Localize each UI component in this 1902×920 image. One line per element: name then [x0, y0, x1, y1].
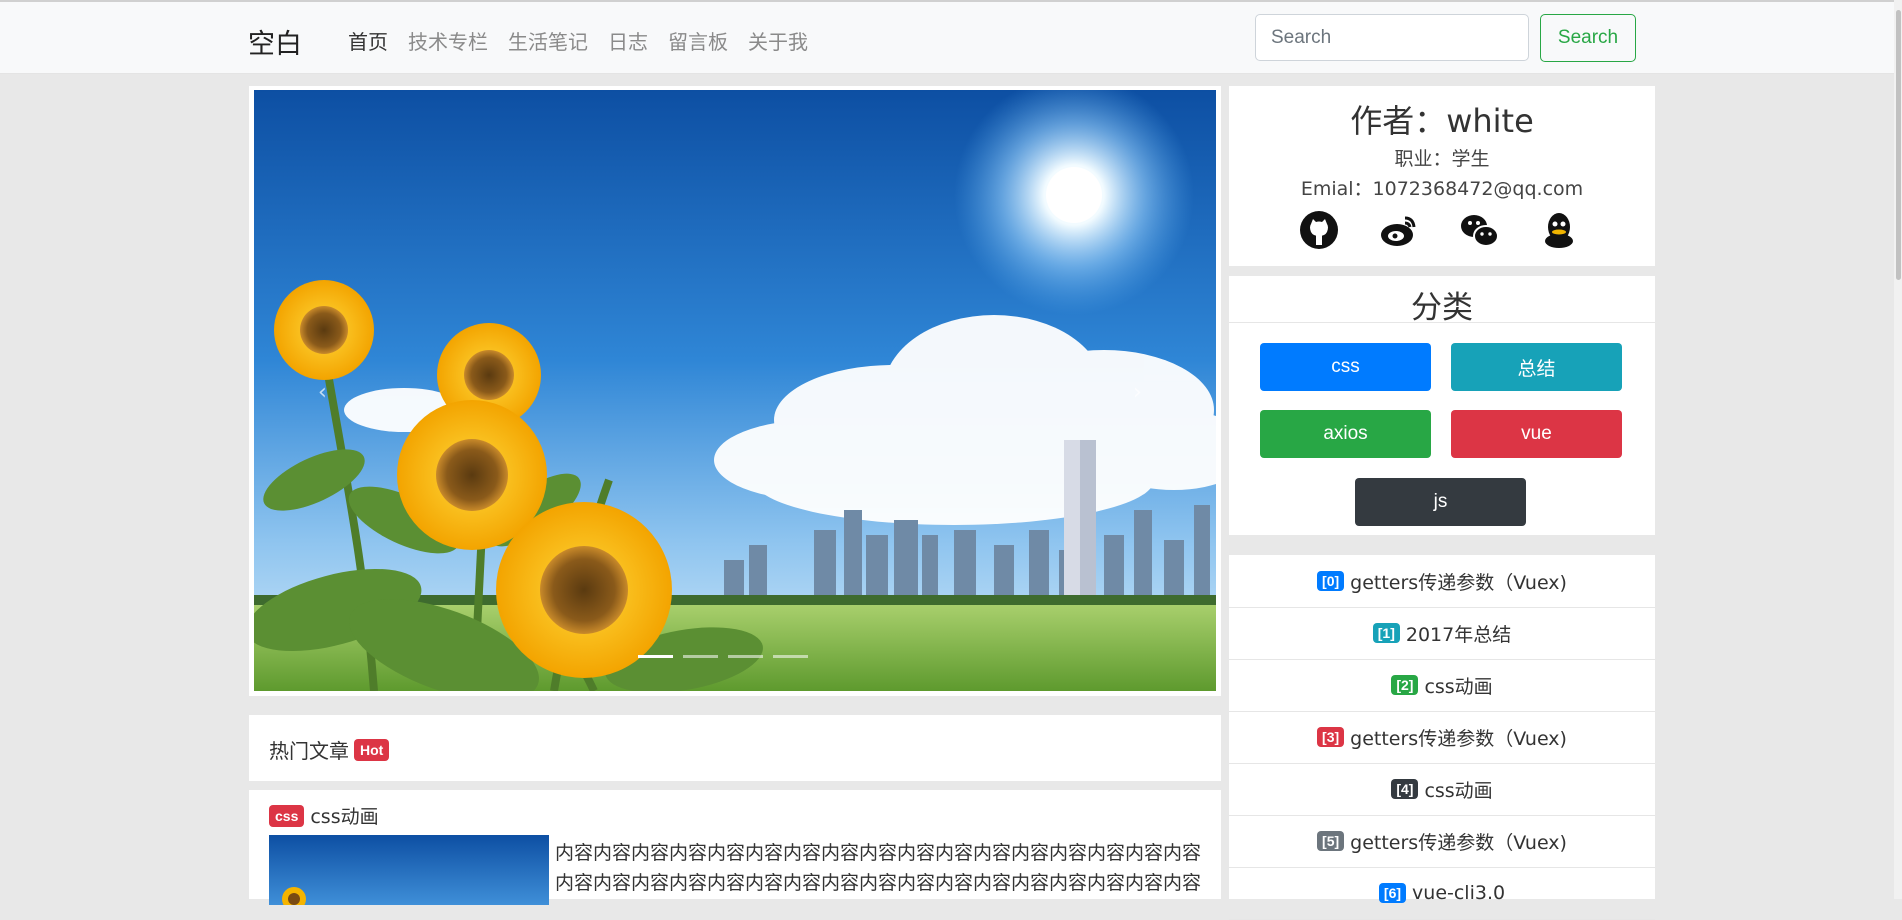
carousel-indicators — [638, 655, 808, 658]
post-title[interactable]: getters传递参数（Vuex) — [1350, 568, 1567, 595]
post-title[interactable]: vue-cli3.0 — [1412, 882, 1505, 904]
list-item[interactable]: [1] 2017年总结 — [1229, 607, 1655, 660]
post-title[interactable]: getters传递参数（Vuex) — [1350, 828, 1567, 855]
wechat-icon[interactable] — [1459, 210, 1499, 250]
post-title[interactable]: getters传递参数（Vuex) — [1350, 724, 1567, 751]
github-icon[interactable] — [1299, 210, 1339, 250]
post-index-badge: [1] — [1372, 623, 1400, 643]
list-item[interactable]: [5] getters传递参数（Vuex) — [1229, 815, 1655, 868]
search-button[interactable]: Search — [1540, 14, 1636, 62]
scrollbar-thumb[interactable] — [1896, 10, 1901, 280]
categories-title: 分类 — [1411, 290, 1473, 326]
list-item[interactable]: [0] getters传递参数（Vuex) — [1229, 555, 1655, 608]
hot-articles-header: 热门文章 Hot — [249, 715, 1221, 781]
categories-divider — [1229, 322, 1655, 323]
post-index-badge: [2] — [1391, 675, 1419, 695]
article-card: css css动画 内容内容内容内容内容内容内容内容内容内容内容内容内容内容内容内… — [249, 790, 1221, 905]
nav-links: 首页 技术专栏 生活笔记 日志 留言板 关于我 — [348, 26, 828, 55]
carousel-frame — [249, 86, 1221, 696]
carousel-prev-icon[interactable]: ‹ — [318, 380, 327, 405]
post-index-badge: [3] — [1317, 727, 1345, 747]
category-button-summary[interactable]: 总结 — [1451, 343, 1622, 391]
author-email: Emial：1072368472@qq.com — [1300, 178, 1584, 200]
hot-articles-label: 热门文章 — [269, 739, 349, 763]
article-heading[interactable]: css css动画 — [269, 802, 379, 829]
hot-badge: Hot — [354, 739, 390, 761]
categories-card: 分类 css 总结 axios vue js — [1229, 276, 1655, 535]
qq-icon[interactable] — [1539, 210, 1579, 250]
category-button-css[interactable]: css — [1260, 343, 1431, 391]
search-input[interactable] — [1255, 14, 1529, 61]
category-button-axios[interactable]: axios — [1260, 410, 1431, 458]
author-job: 职业：学生 — [1394, 148, 1490, 170]
social-links — [1299, 210, 1579, 250]
post-index-badge: [4] — [1391, 779, 1419, 799]
list-item[interactable]: [3] getters传递参数（Vuex) — [1229, 711, 1655, 764]
article-tag-badge: css — [269, 805, 305, 827]
carousel-indicator-1[interactable] — [638, 655, 673, 658]
nav-link-home[interactable]: 首页 — [348, 26, 388, 55]
category-button-vue[interactable]: vue — [1451, 410, 1622, 458]
post-list: [0] getters传递参数（Vuex) [1] 2017年总结 [2] css动画… — [1229, 555, 1655, 920]
hot-articles-title: 热门文章 Hot — [269, 735, 390, 764]
list-item[interactable]: [6] vue-cli3.0 — [1229, 867, 1655, 920]
category-button-js[interactable]: js — [1355, 478, 1526, 526]
article-excerpt: 内容内容内容内容内容内容内容内容内容内容内容内容内容内容内容内容内容内容内容内容… — [555, 842, 1202, 894]
carousel-indicator-4[interactable] — [773, 655, 808, 658]
author-name: 作者：white — [1350, 102, 1534, 140]
nav-link-guestbook[interactable]: 留言板 — [668, 26, 728, 55]
carousel-indicator-3[interactable] — [728, 655, 763, 658]
article-title[interactable]: css动画 — [310, 806, 378, 828]
post-index-badge: [0] — [1317, 571, 1345, 591]
article-thumbnail[interactable] — [269, 835, 549, 905]
post-title[interactable]: 2017年总结 — [1406, 620, 1511, 647]
nav-link-life[interactable]: 生活笔记 — [508, 26, 588, 55]
post-title[interactable]: css动画 — [1424, 776, 1492, 803]
list-item[interactable]: [2] css动画 — [1229, 659, 1655, 712]
weibo-icon[interactable] — [1379, 210, 1419, 250]
carousel-slide-image[interactable] — [254, 90, 1216, 691]
nav-link-log[interactable]: 日志 — [608, 26, 648, 55]
post-title[interactable]: css动画 — [1424, 672, 1492, 699]
nav-link-about[interactable]: 关于我 — [748, 26, 808, 55]
carousel-indicator-2[interactable] — [683, 655, 718, 658]
post-index-badge: [6] — [1378, 883, 1407, 903]
carousel-next-icon[interactable]: › — [1133, 380, 1142, 405]
author-card: 作者：white 职业：学生 Emial：1072368472@qq.com — [1229, 86, 1655, 266]
navbar: 空白 首页 技术专栏 生活笔记 日志 留言板 关于我 Search — [0, 2, 1894, 74]
nav-link-tech[interactable]: 技术专栏 — [408, 26, 488, 55]
post-index-badge: [5] — [1317, 831, 1345, 851]
site-brand[interactable]: 空白 — [248, 22, 302, 61]
list-item[interactable]: [4] css动画 — [1229, 763, 1655, 816]
